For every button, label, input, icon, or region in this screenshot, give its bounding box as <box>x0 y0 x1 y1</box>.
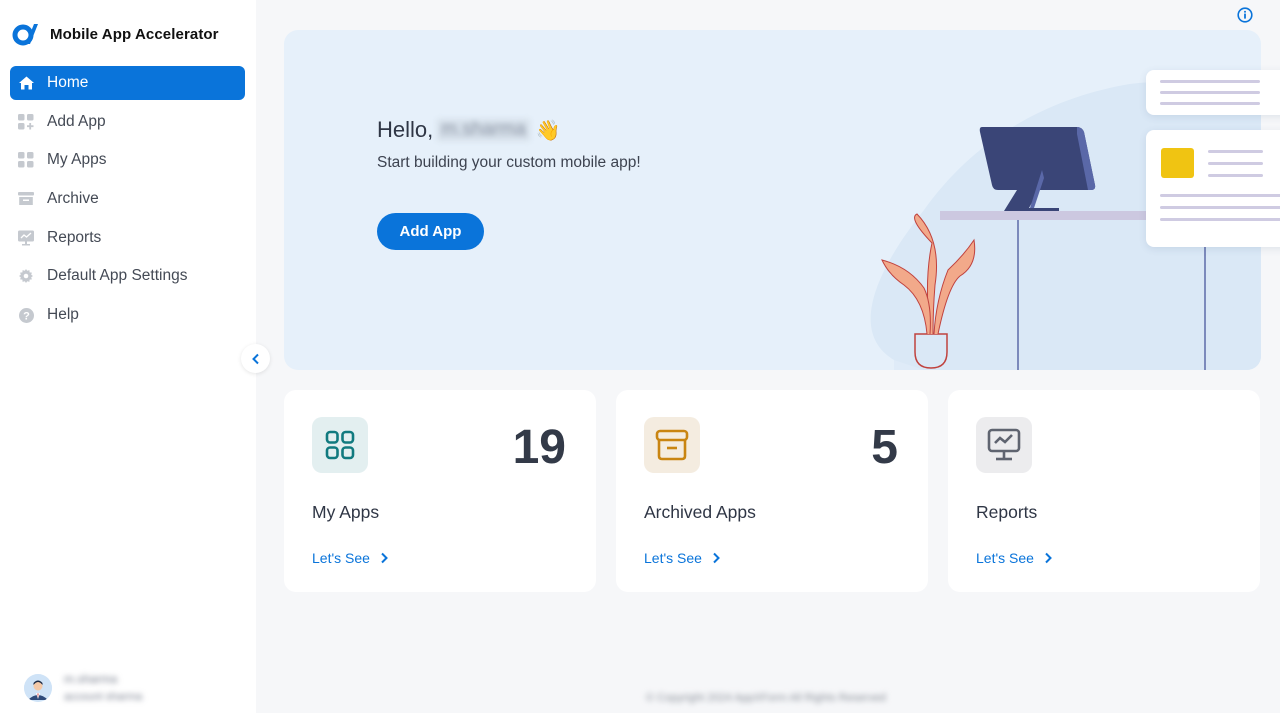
app-title: Mobile App Accelerator <box>50 25 219 43</box>
link-label: Let's See <box>976 550 1034 566</box>
chevron-right-icon <box>1045 552 1052 564</box>
illustration-card-bottom <box>1146 130 1280 247</box>
sidebar-item-label: Default App Settings <box>47 267 188 285</box>
lets-see-link-reports[interactable]: Let's See <box>976 550 1052 566</box>
chevron-right-icon <box>381 552 388 564</box>
footer-copyright: © Copyright 2024 AppXForm All Rights Res… <box>646 692 886 704</box>
sidebar: Mobile App Accelerator Home Add App My A… <box>0 0 256 713</box>
hero-banner: Hello, m.sharma 👋 Start building your cu… <box>284 30 1261 370</box>
sidebar-item-label: Archive <box>47 190 99 208</box>
grid-icon <box>18 152 34 168</box>
reports-icon <box>976 417 1032 473</box>
home-icon <box>18 75 34 91</box>
gear-icon <box>18 268 34 284</box>
card-count: 19 <box>512 421 566 474</box>
sidebar-item-home[interactable]: Home <box>10 66 245 100</box>
brand[interactable]: Mobile App Accelerator <box>12 22 219 46</box>
archive-icon <box>18 191 34 207</box>
link-label: Let's See <box>312 550 370 566</box>
hero-illustration <box>870 81 1261 370</box>
lets-see-link-archived-apps[interactable]: Let's See <box>644 550 720 566</box>
card-archived-apps: 5 Archived Apps Let's See <box>616 390 928 592</box>
greeting: Hello, m.sharma 👋 <box>377 117 561 143</box>
card-count: 5 <box>871 421 898 474</box>
user-profile[interactable]: m.sharma account sharma <box>24 672 142 703</box>
chevron-left-icon <box>251 353 259 364</box>
greeting-text: Hello, <box>377 117 434 142</box>
card-title: Archived Apps <box>644 502 756 522</box>
add-app-icon <box>18 113 34 130</box>
grid-icon <box>312 417 368 473</box>
add-app-button[interactable]: Add App <box>377 213 484 250</box>
sidebar-item-my-apps[interactable]: My Apps <box>10 143 245 177</box>
card-title: My Apps <box>312 502 380 522</box>
brand-logo-icon <box>12 24 38 46</box>
user-name: m.sharma <box>64 672 118 686</box>
sidebar-item-label: Add App <box>47 112 106 130</box>
sidebar-item-label: My Apps <box>47 151 107 169</box>
sidebar-item-label: Help <box>47 306 79 324</box>
reports-icon <box>18 230 34 246</box>
lets-see-link-my-apps[interactable]: Let's See <box>312 550 388 566</box>
chevron-right-icon <box>713 552 720 564</box>
avatar <box>24 673 52 702</box>
sidebar-item-label: Reports <box>47 228 102 246</box>
help-icon: ? <box>18 307 34 323</box>
sidebar-item-default-app-settings[interactable]: Default App Settings <box>10 259 245 293</box>
sidebar-item-help[interactable]: ? Help <box>10 298 245 332</box>
card-my-apps: 19 My Apps Let's See <box>284 390 596 592</box>
sidebar-nav: Home Add App My Apps Archive Reports Def… <box>10 66 245 337</box>
card-title: Reports <box>976 502 1038 522</box>
stats-cards: 19 My Apps Let's See 5 Archived Apps Let… <box>284 390 1261 592</box>
sidebar-item-add-app[interactable]: Add App <box>10 105 245 139</box>
link-label: Let's See <box>644 550 702 566</box>
illustration-card-top <box>1146 70 1280 115</box>
user-subtitle: account sharma <box>64 691 143 703</box>
greeting-user-name: m.sharma <box>437 119 530 141</box>
archive-icon <box>644 417 700 473</box>
card-reports: Reports Let's See <box>948 390 1260 592</box>
sidebar-collapse-button[interactable] <box>241 344 270 373</box>
svg-text:?: ? <box>23 310 30 322</box>
desk-top <box>940 211 1170 220</box>
hero-subtitle: Start building your custom mobile app! <box>377 154 641 171</box>
sidebar-item-reports[interactable]: Reports <box>10 221 245 255</box>
info-icon[interactable] <box>1237 7 1253 23</box>
wave-icon: 👋 <box>535 119 561 142</box>
sidebar-item-label: Home <box>47 74 89 91</box>
sidebar-item-archive[interactable]: Archive <box>10 182 245 216</box>
